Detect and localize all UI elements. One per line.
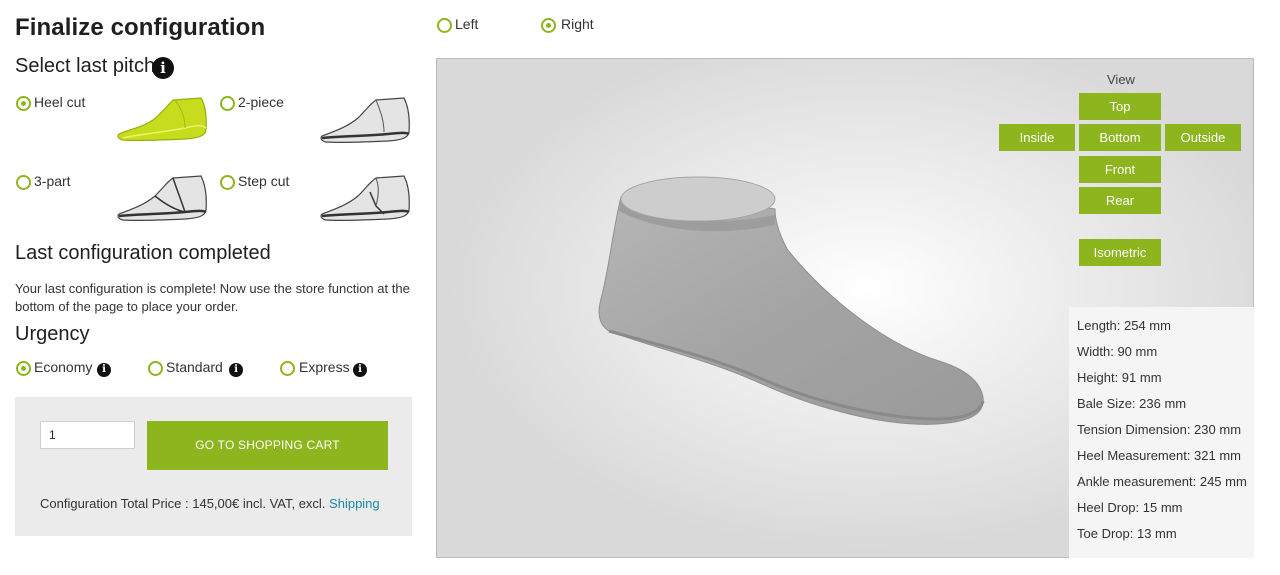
heel-cut-last-image[interactable] xyxy=(115,94,211,144)
pitch-info-icon[interactable]: i xyxy=(152,57,174,79)
step-cut-last-image[interactable] xyxy=(318,174,412,224)
shoe-last-model[interactable] xyxy=(587,169,987,439)
measure-width: Width: 90 mm xyxy=(1077,344,1158,359)
view-top-button[interactable]: Top xyxy=(1079,93,1161,120)
view-isometric-button[interactable]: Isometric xyxy=(1079,239,1161,266)
urgency-economy-radio[interactable] xyxy=(16,361,31,376)
pitch-heel-cut-radio[interactable] xyxy=(16,96,31,111)
view-inside-button[interactable]: Inside xyxy=(999,124,1075,151)
pitch-2-piece-radio[interactable] xyxy=(220,96,235,111)
measurements-panel: Length: 254 mm Width: 90 mm Height: 91 m… xyxy=(1069,307,1254,558)
page-title: Finalize configuration xyxy=(15,14,266,41)
completed-text-line1: Your last configuration is complete! Now… xyxy=(15,281,410,296)
2-piece-last-image[interactable] xyxy=(318,96,412,146)
measure-toe-drop: Toe Drop: 13 mm xyxy=(1077,526,1177,541)
pitch-2-piece-label[interactable]: 2-piece xyxy=(238,94,284,110)
measure-heel-drop: Heel Drop: 15 mm xyxy=(1077,500,1183,515)
view-front-button[interactable]: Front xyxy=(1079,156,1161,183)
go-to-cart-button[interactable]: GO TO SHOPPING CART xyxy=(147,421,388,470)
urgency-standard-radio[interactable] xyxy=(148,361,163,376)
pitch-3-part-label[interactable]: 3-part xyxy=(34,173,71,189)
urgency-heading: Urgency xyxy=(15,323,90,345)
express-info-icon[interactable]: i xyxy=(353,363,367,377)
measure-length: Length: 254 mm xyxy=(1077,318,1171,333)
pitch-3-part-radio[interactable] xyxy=(16,175,31,190)
completed-heading: Last configuration completed xyxy=(15,242,271,264)
side-left-label[interactable]: Left xyxy=(455,16,478,32)
urgency-economy-label[interactable]: Economy xyxy=(34,359,92,375)
side-right-radio[interactable] xyxy=(541,18,556,33)
completed-text-line2: bottom of the page to place your order. xyxy=(15,299,239,314)
view-rear-button[interactable]: Rear xyxy=(1079,187,1161,214)
shipping-link[interactable]: Shipping xyxy=(329,496,380,511)
pitch-heel-cut-label[interactable]: Heel cut xyxy=(34,94,85,110)
view-label: View xyxy=(1107,72,1135,87)
measure-tension: Tension Dimension: 230 mm xyxy=(1077,422,1242,437)
side-right-label[interactable]: Right xyxy=(561,16,594,32)
measure-bale-size: Bale Size: 236 mm xyxy=(1077,396,1187,411)
measure-height: Height: 91 mm xyxy=(1077,370,1162,385)
measure-heel: Heel Measurement: 321 mm xyxy=(1077,448,1242,463)
standard-info-icon[interactable]: i xyxy=(229,363,243,377)
urgency-standard-label[interactable]: Standard xyxy=(166,359,223,375)
economy-info-icon[interactable]: i xyxy=(97,363,111,377)
price-text: Configuration Total Price : 145,00€ incl… xyxy=(40,496,330,511)
view-outside-button[interactable]: Outside xyxy=(1165,124,1241,151)
pitch-step-cut-radio[interactable] xyxy=(220,175,235,190)
view-bottom-button[interactable]: Bottom xyxy=(1079,124,1161,151)
3-part-last-image[interactable] xyxy=(115,174,211,224)
side-left-radio[interactable] xyxy=(437,18,452,33)
pitch-step-cut-label[interactable]: Step cut xyxy=(238,173,289,189)
measure-ankle: Ankle measurement: 245 mm xyxy=(1077,474,1247,489)
urgency-express-label[interactable]: Express xyxy=(299,359,350,375)
quantity-input[interactable] xyxy=(40,421,135,449)
urgency-express-radio[interactable] xyxy=(280,361,295,376)
price-line: Configuration Total Price : 145,00€ incl… xyxy=(40,496,380,511)
pitch-heading: Select last pitch xyxy=(15,55,156,77)
